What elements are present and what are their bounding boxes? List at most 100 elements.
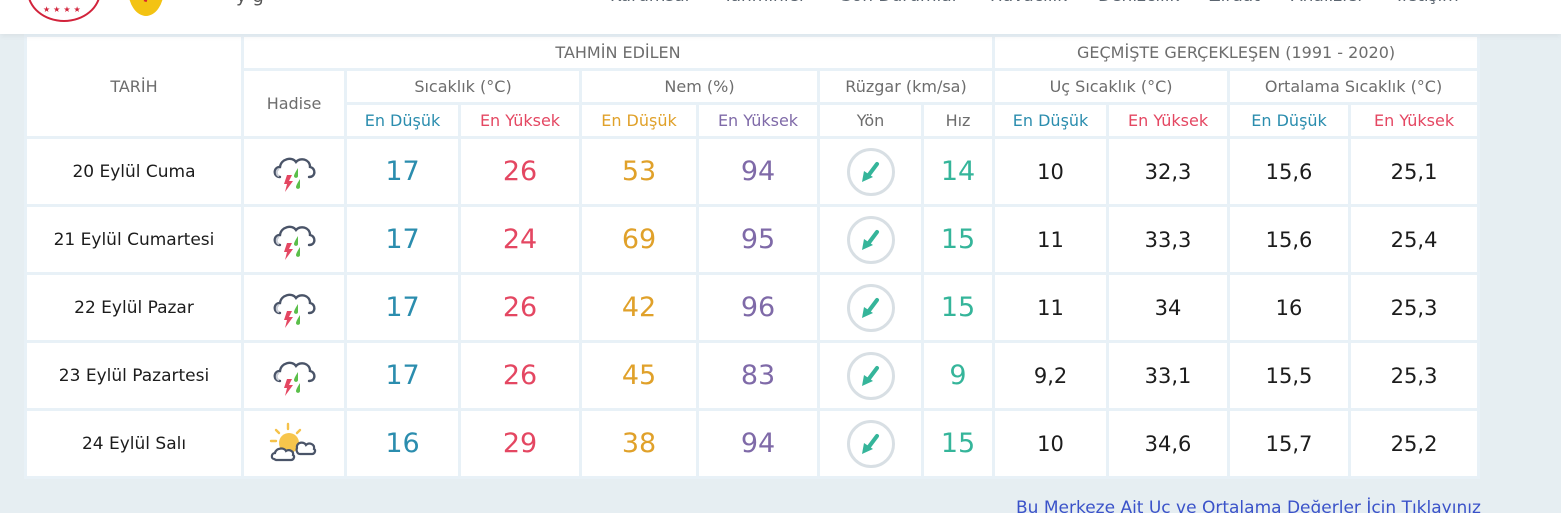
nav-item[interactable]: Son Durumlar [841, 0, 959, 6]
event-cell [244, 343, 344, 408]
humidity-max-cell: 94 [699, 411, 817, 476]
nav-item[interactable]: Denizcilik [1098, 0, 1179, 6]
temp-min-cell: 17 [347, 207, 458, 272]
extreme-max-cell: 32,3 [1109, 139, 1228, 204]
temp-max-cell: 26 [461, 139, 579, 204]
thunderstorm-rain-icon [270, 361, 318, 396]
temp-min-cell: 17 [347, 275, 458, 340]
date-cell: 21 Eylül Cumartesi [27, 207, 241, 272]
humidity-min-cell: 69 [582, 207, 696, 272]
humidity-max-cell: 95 [699, 207, 817, 272]
wind-dir-cell [820, 139, 921, 204]
avg-min-cell: 15,5 [1230, 343, 1349, 408]
header-wind-speed: Hız [924, 105, 993, 136]
wind-dir-cell [820, 411, 921, 476]
nav-item[interactable]: Kurumsal [610, 0, 689, 6]
table-row: 23 Eylül Pazartesi 17 26 45 83 9 9,2 33,… [27, 343, 1478, 408]
humidity-max-cell: 83 [699, 343, 817, 408]
header-avg-temp: Ortalama Sıcaklık (°C) [1230, 71, 1478, 102]
wind-speed-cell: 14 [924, 139, 993, 204]
avg-max-cell: 25,3 [1351, 343, 1478, 408]
date-cell: 23 Eylül Pazartesi [27, 343, 241, 408]
temp-min-cell: 17 [347, 139, 458, 204]
mgm-logo[interactable] [128, 0, 164, 16]
header-wind-dir: Yön [820, 105, 921, 136]
wind-arrow-southwest-icon [846, 215, 895, 264]
humidity-max-cell: 96 [699, 275, 817, 340]
forecast-table-container: TARİH TAHMİN EDİLEN GEÇMİŞTE GERÇEKLEŞEN… [24, 34, 1481, 479]
temp-max-cell: 26 [461, 343, 579, 408]
thunderstorm-rain-icon [270, 293, 318, 328]
header-hum-max: En Yüksek [699, 105, 817, 136]
extreme-max-cell: 33,3 [1109, 207, 1228, 272]
extreme-min-cell: 11 [995, 207, 1107, 272]
header-humidity: Nem (%) [582, 71, 817, 102]
wind-dir-cell [820, 343, 921, 408]
header-history-group: GEÇMİŞTE GERÇEKLEŞEN (1991 - 2020) [995, 37, 1478, 68]
header-temp-max: En Yüksek [461, 105, 579, 136]
humidity-max-cell: 94 [699, 139, 817, 204]
stars-decoration: ★★★★ [43, 5, 84, 14]
extreme-max-cell: 34 [1109, 275, 1228, 340]
wind-speed-cell: 9 [924, 343, 993, 408]
forecast-table: TARİH TAHMİN EDİLEN GEÇMİŞTE GERÇEKLEŞEN… [24, 34, 1481, 479]
thunderstorm-rain-icon [270, 157, 318, 192]
nav-item[interactable]: Tahminler [723, 0, 806, 6]
extreme-min-cell: 10 [995, 411, 1107, 476]
table-row: 22 Eylül Pazar 17 26 42 96 15 11 34 16 2… [27, 275, 1478, 340]
nav-item[interactable]: Ziraat [1209, 0, 1260, 6]
temp-max-cell: 29 [461, 411, 579, 476]
humidity-min-cell: 38 [582, 411, 696, 476]
wind-dir-cell [820, 275, 921, 340]
header-forecast-group: TAHMİN EDİLEN [244, 37, 993, 68]
wind-speed-cell: 15 [924, 275, 993, 340]
avg-min-cell: 16 [1230, 275, 1349, 340]
wind-speed-cell: 15 [924, 207, 993, 272]
avg-min-cell: 15,7 [1230, 411, 1349, 476]
wind-arrow-southwest-icon [846, 419, 895, 468]
avg-max-cell: 25,3 [1351, 275, 1478, 340]
avg-min-cell: 15,6 [1230, 207, 1349, 272]
table-row: 21 Eylül Cumartesi 17 24 69 95 15 11 33,… [27, 207, 1478, 272]
extreme-max-cell: 34,6 [1109, 411, 1228, 476]
extreme-min-cell: 9,2 [995, 343, 1107, 408]
event-cell [244, 139, 344, 204]
table-row: 24 Eylül Salı 16 29 38 94 15 10 34,6 15,… [27, 411, 1478, 476]
header-ext-min: En Düşük [995, 105, 1107, 136]
date-cell: 24 Eylül Salı [27, 411, 241, 476]
header-extreme-temp: Uç Sıcaklık (°C) [995, 71, 1228, 102]
header-ext-max: En Yüksek [1109, 105, 1228, 136]
nav-item[interactable]: İletişim [1397, 0, 1459, 6]
header-avg-max: En Yüksek [1351, 105, 1478, 136]
header-wind: Rüzgar (km/sa) [820, 71, 993, 102]
avg-max-cell: 25,2 [1351, 411, 1478, 476]
avg-min-cell: 15,6 [1230, 139, 1349, 204]
nav-item[interactable]: Havacılık [990, 0, 1067, 6]
humidity-min-cell: 45 [582, 343, 696, 408]
ministry-logo[interactable]: ★★★★ [27, 0, 101, 22]
site-title: y g [236, 0, 264, 7]
header-event: Hadise [244, 71, 344, 136]
site-header: ★★★★ y g Kurumsal Tahminler Son Durumlar Ha… [0, 0, 1561, 34]
wind-arrow-southwest-icon [846, 147, 895, 196]
avg-max-cell: 25,1 [1351, 139, 1478, 204]
humidity-min-cell: 42 [582, 275, 696, 340]
humidity-min-cell: 53 [582, 139, 696, 204]
event-cell [244, 207, 344, 272]
nav-item[interactable]: Analizler [1291, 0, 1364, 6]
temp-max-cell: 26 [461, 275, 579, 340]
event-cell [244, 411, 344, 476]
climate-values-link[interactable]: Bu Merkeze Ait Uç ve Ortalama Değerler İ… [1016, 498, 1481, 513]
extreme-max-cell: 33,1 [1109, 343, 1228, 408]
wind-dir-cell [820, 207, 921, 272]
extreme-min-cell: 10 [995, 139, 1107, 204]
header-hum-min: En Düşük [582, 105, 696, 136]
header-avg-min: En Düşük [1230, 105, 1349, 136]
date-cell: 20 Eylül Cuma [27, 139, 241, 204]
extreme-min-cell: 11 [995, 275, 1107, 340]
header-temp-min: En Düşük [347, 105, 458, 136]
wind-arrow-southwest-icon [846, 283, 895, 332]
header-date: TARİH [27, 37, 241, 136]
wind-arrow-southwest-icon [846, 351, 895, 400]
partly-cloudy-icon [268, 422, 320, 461]
